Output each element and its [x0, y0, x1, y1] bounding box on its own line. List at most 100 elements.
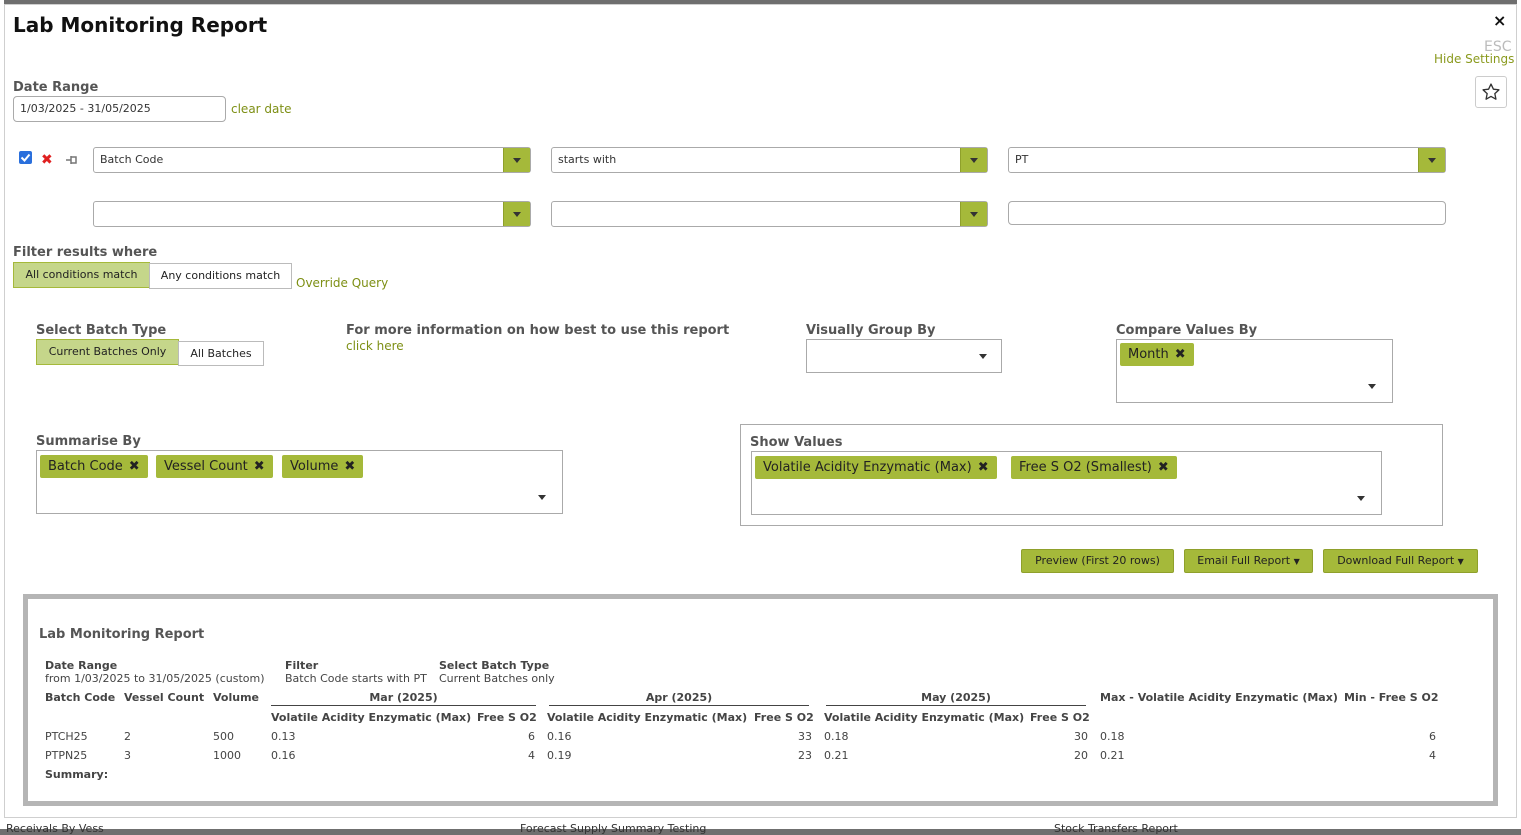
close-icon[interactable]: ×	[1493, 11, 1506, 30]
column-header: Volume	[213, 691, 259, 704]
override-query-link[interactable]: Override Query	[296, 276, 388, 290]
download-report-button[interactable]: Download Full Report ▼	[1323, 549, 1478, 573]
cell-batch: PTCH25	[45, 730, 88, 743]
caret-down-icon: ▼	[1457, 557, 1464, 566]
current-batches-button[interactable]: Current Batches Only	[36, 339, 179, 365]
sub-column-header: Free S O2	[1030, 711, 1090, 724]
new-condition-operator-select[interactable]	[551, 201, 988, 227]
meta-label: Select Batch Type	[439, 659, 550, 672]
group-underline	[826, 705, 1086, 706]
clear-date-link[interactable]: clear date	[231, 102, 291, 116]
cell-max: 0.21	[1100, 749, 1125, 762]
any-conditions-button[interactable]: Any conditions match	[149, 263, 292, 289]
filter-results-label: Filter results where	[13, 245, 158, 260]
report-preview-panel: Lab Monitoring Report Date Range from 1/…	[23, 594, 1498, 806]
cell-value: 0.16	[547, 730, 572, 743]
cell-vessels: 3	[124, 749, 131, 762]
cell-value: 23	[798, 749, 812, 762]
compare-tag-label: Month	[1128, 347, 1169, 362]
date-range-input[interactable]: 1/03/2025 - 31/05/2025	[13, 96, 226, 122]
summarise-tag: Batch Code ✖	[40, 455, 148, 478]
all-conditions-button[interactable]: All conditions match	[13, 262, 150, 288]
chevron-down-icon	[960, 202, 987, 226]
cell-value: 0.16	[271, 749, 296, 762]
cell-value: 0.19	[547, 749, 572, 762]
summarise-by-select[interactable]: Batch Code ✖ Vessel Count ✖ Volume ✖	[36, 450, 563, 514]
sub-column-header: Volatile Acidity Enzymatic (Max)	[271, 711, 472, 724]
compare-by-label: Compare Values By	[1116, 323, 1258, 338]
chevron-down-icon	[960, 148, 987, 172]
cell-value: 33	[798, 730, 812, 743]
cell-min: 6	[1429, 730, 1436, 743]
preview-button[interactable]: Preview (First 20 rows)	[1021, 549, 1174, 573]
summarise-by-label: Summarise By	[36, 434, 141, 449]
cell-max: 0.18	[1100, 730, 1125, 743]
meta-value: Current Batches only	[439, 672, 555, 685]
group-by-label: Visually Group By	[806, 323, 936, 338]
cell-vessels: 2	[124, 730, 131, 743]
email-report-button[interactable]: Email Full Report ▼	[1184, 549, 1313, 573]
condition-field-select[interactable]: Batch Code	[93, 147, 531, 173]
group-header: Apr (2025)	[645, 691, 713, 704]
condition-operator-select[interactable]: starts with	[551, 147, 988, 173]
summarise-tag-label: Volume	[290, 459, 339, 474]
compare-by-select[interactable]: Month ✖	[1116, 339, 1393, 403]
condition-checkbox[interactable]	[19, 151, 32, 164]
group-header: May (2025)	[921, 691, 991, 704]
all-batches-button[interactable]: All Batches	[178, 341, 264, 366]
summarise-tag: Volume ✖	[282, 455, 364, 478]
background-page-right	[1517, 0, 1521, 829]
cell-value: 0.21	[824, 749, 849, 762]
date-range-label: Date Range	[13, 80, 99, 95]
hide-settings-link[interactable]: Hide Settings	[1434, 52, 1514, 66]
pin-icon[interactable]	[65, 154, 79, 169]
chevron-down-icon	[538, 495, 546, 500]
chevron-down-icon	[1368, 384, 1376, 389]
cell-min: 4	[1429, 749, 1436, 762]
cell-batch: PTPN25	[45, 749, 88, 762]
remove-tag-icon[interactable]: ✖	[129, 459, 140, 474]
condition-value-select[interactable]: PT	[1008, 147, 1446, 173]
column-header: Vessel Count	[124, 691, 205, 704]
background-page-bottom: Receivals By Vess Forecast Supply Summar…	[0, 818, 1521, 835]
show-values-select[interactable]: Volatile Acidity Enzymatic (Max) ✖ Free S…	[751, 451, 1382, 515]
cell-volume: 1000	[213, 749, 241, 762]
remove-tag-icon[interactable]: ✖	[254, 459, 265, 474]
new-condition-value-input[interactable]	[1008, 201, 1446, 225]
meta-label: Filter	[285, 659, 319, 672]
sub-column-header: Free S O2	[754, 711, 814, 724]
cell-value: 20	[1074, 749, 1088, 762]
chevron-down-icon	[503, 202, 530, 226]
remove-tag-icon[interactable]: ✖	[1158, 460, 1169, 475]
cell-value: 6	[528, 730, 535, 743]
show-value-tag: Free S O2 (Smallest) ✖	[1011, 456, 1177, 479]
chevron-down-icon	[503, 148, 530, 172]
cell-value: 4	[528, 749, 535, 762]
favourite-button[interactable]	[1475, 76, 1507, 108]
group-header: Mar (2025)	[369, 691, 438, 704]
meta-value: from 1/03/2025 to 31/05/2025 (custom)	[45, 672, 265, 685]
remove-condition-icon[interactable]: ✖	[41, 152, 53, 168]
sub-column-header: Volatile Acidity Enzymatic (Max)	[824, 711, 1025, 724]
new-condition-field-select[interactable]	[93, 201, 531, 227]
modal-title: Lab Monitoring Report	[13, 13, 268, 37]
remove-tag-icon[interactable]: ✖	[1175, 347, 1186, 362]
show-values-label: Show Values	[750, 435, 843, 450]
caret-down-icon: ▼	[1293, 557, 1300, 566]
click-here-link[interactable]: click here	[346, 339, 404, 353]
summarise-tag-label: Vessel Count	[164, 459, 248, 474]
batch-type-label: Select Batch Type	[36, 323, 167, 338]
cell-volume: 500	[213, 730, 234, 743]
group-underline	[549, 705, 809, 706]
star-icon	[1482, 83, 1500, 100]
meta-value: Batch Code starts with PT	[285, 672, 427, 685]
group-by-select[interactable]	[806, 339, 1002, 373]
compare-tag: Month ✖	[1120, 343, 1194, 366]
show-value-tag-label: Free S O2 (Smallest)	[1019, 460, 1152, 475]
remove-tag-icon[interactable]: ✖	[978, 460, 989, 475]
totals-header: Max - Volatile Acidity Enzymatic (Max)	[1100, 691, 1338, 704]
remove-tag-icon[interactable]: ✖	[344, 459, 355, 474]
show-value-tag-label: Volatile Acidity Enzymatic (Max)	[763, 460, 972, 475]
summary-label: Summary:	[45, 768, 109, 781]
chevron-down-icon	[1357, 496, 1365, 501]
